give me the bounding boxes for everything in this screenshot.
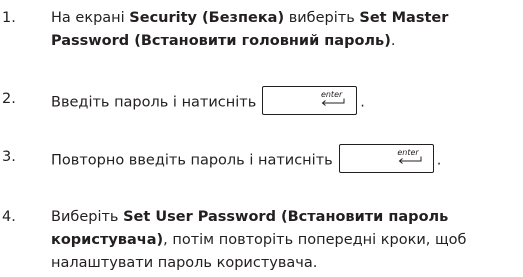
step-number: 1. <box>2 10 16 26</box>
step-line: Виберіть Set User Password (Встановити п… <box>51 206 519 229</box>
step-line: налаштувати пароль користувача. <box>51 255 318 271</box>
bold-term: Set Master <box>359 10 449 26</box>
enter-key-icon: enter <box>338 144 434 173</box>
text-run: Введіть пароль і натисніть <box>51 94 257 111</box>
text-run: виберіть <box>284 10 360 26</box>
text-run: На екрані <box>51 10 130 26</box>
text-run: . <box>360 94 365 111</box>
text-run: Повторно введіть пароль і натисніть <box>51 152 333 169</box>
return-arrow-icon <box>398 156 422 164</box>
bold-term: Set User Password (Встановити пароль <box>123 209 449 225</box>
step-line: Повторно введіть пароль і натисніть enter… <box>51 144 519 173</box>
enter-key-icon: enter <box>262 86 358 115</box>
bold-term: Password (Встановити головний пароль) <box>51 33 391 49</box>
step-number: 3. <box>2 149 16 165</box>
text-run: . <box>390 33 396 49</box>
step-line: користувача), потім повторіть попередні … <box>51 229 519 252</box>
step-text: Введіть пароль і натисніть enter. <box>51 86 519 115</box>
text-run: , потім повторіть попередні кроки, щоб <box>163 232 467 248</box>
step-line: Введіть пароль і натисніть enter. <box>51 86 519 115</box>
step-number: 2. <box>2 91 16 107</box>
text-run: . <box>436 152 442 169</box>
step-line: Password (Встановити головний пароль). <box>51 30 519 53</box>
step-line: На екрані Security (Безпека) виберіть Se… <box>51 7 519 30</box>
step-text: На екрані Security (Безпека) виберіть Se… <box>51 7 519 53</box>
bold-term: Security (Безпека) <box>129 10 285 26</box>
step-text: Повторно введіть пароль і натисніть enter… <box>51 144 519 173</box>
return-arrow-icon <box>322 98 345 106</box>
text-run: Виберіть <box>51 209 124 225</box>
bold-term: користувача) <box>51 232 164 248</box>
step-number: 4. <box>2 209 16 225</box>
step-text: Виберіть Set User Password (Встановити п… <box>51 206 519 275</box>
